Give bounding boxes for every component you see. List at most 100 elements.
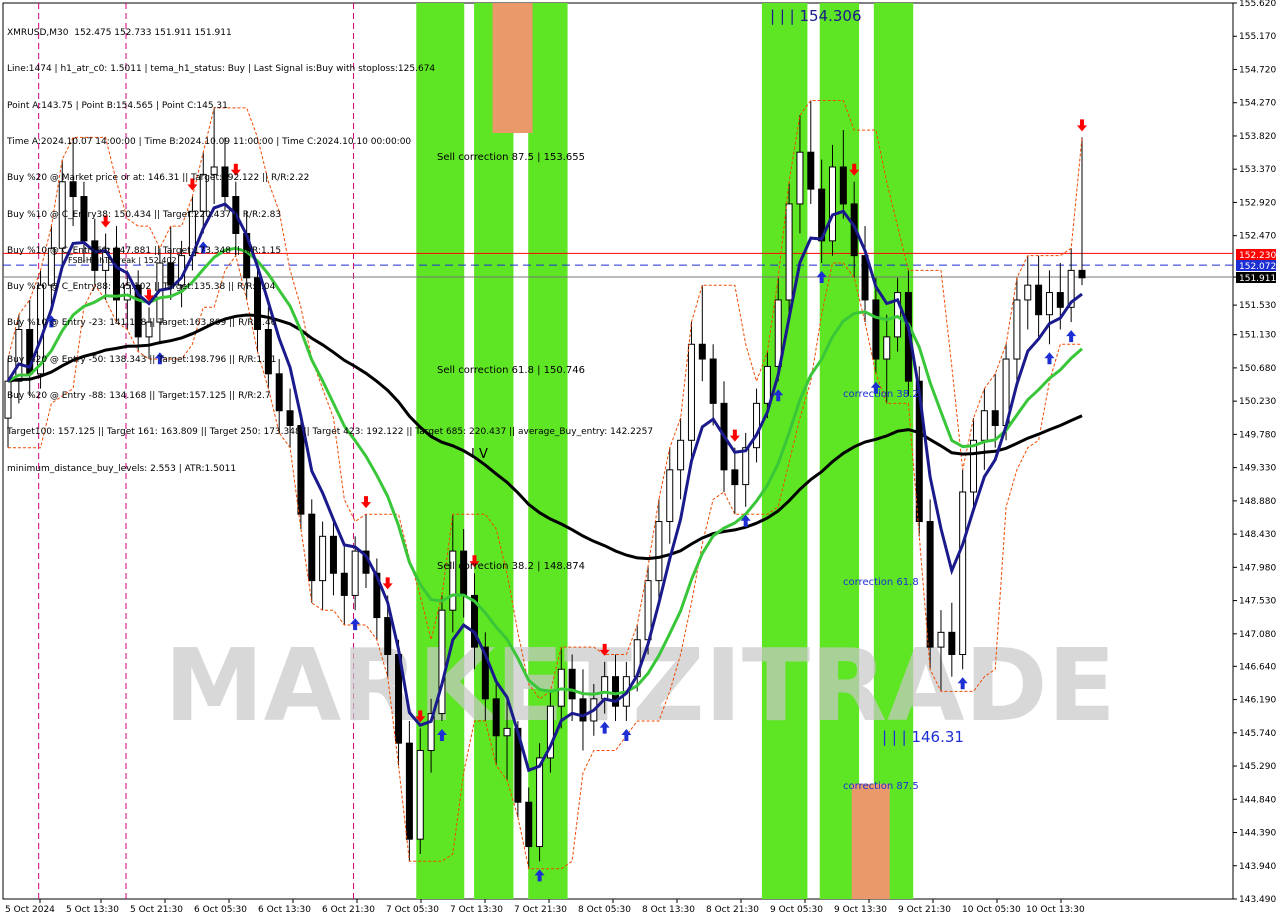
- candle-body: [980, 410, 988, 441]
- candle-body: [731, 469, 739, 486]
- candle-body: [449, 550, 457, 611]
- bull-zone: [761, 3, 808, 899]
- candle-body: [948, 631, 956, 656]
- info-line: Buy %10 @ C_Entry88: 145.102 || Target:1…: [7, 282, 276, 293]
- candle-body: [937, 631, 945, 648]
- info-line: Line:1474 | h1_atr_c0: 1.5011 | tema_h1_…: [7, 64, 436, 75]
- candle-body: [839, 166, 847, 205]
- y-tick-label: 144.390: [1239, 829, 1276, 839]
- y-tick-label: 151.130: [1239, 331, 1276, 341]
- candle-body: [536, 757, 544, 848]
- candle-body: [460, 550, 468, 596]
- y-tick-label: 151.530: [1239, 301, 1276, 311]
- info-line: Target100: 157.125 || Target 161: 163.80…: [7, 427, 654, 438]
- x-tick-label: 6 Oct 05:30: [194, 905, 247, 915]
- candle-body: [351, 550, 359, 596]
- y-tick-label: 146.640: [1239, 662, 1276, 672]
- x-tick-label: 8 Oct 21:30: [706, 905, 759, 915]
- x-tick-label: 7 Oct 13:30: [450, 905, 503, 915]
- candle-body: [1013, 299, 1021, 360]
- y-tick-label: 145.740: [1239, 729, 1276, 739]
- candle-body: [416, 750, 424, 840]
- info-line: minimum_distance_buy_levels: 2.553 | ATR…: [7, 463, 237, 474]
- price-tags: 152.230 152.072 151.911: [1236, 249, 1276, 284]
- current-price-tag: 151.911: [1239, 274, 1276, 284]
- candle-body: [1078, 269, 1086, 279]
- y-tick-label: 155.170: [1239, 32, 1276, 42]
- info-line: Buy %10 @ C_Entry61: 147.881 || Target:1…: [7, 245, 282, 256]
- y-tick-label: 147.080: [1239, 630, 1276, 640]
- candle-body: [763, 365, 771, 404]
- info-line: Point A:143.75 | Point B:154.565 | Point…: [7, 100, 228, 111]
- candle-body: [991, 410, 999, 427]
- candle-body: [970, 439, 978, 493]
- candle-body: [655, 521, 663, 582]
- candle-body: [503, 727, 511, 737]
- candle-body: [1056, 292, 1064, 308]
- high-label: | | | 154.306: [770, 7, 862, 25]
- info-line: Buy %20 @ Entry -88: 134.168 || Target:1…: [7, 391, 271, 401]
- x-tick-label: 9 Oct 13:30: [834, 905, 887, 915]
- bull-zone: [873, 3, 914, 899]
- low-label: | | | 146.31: [882, 728, 964, 746]
- candle-body: [319, 535, 327, 582]
- info-line: Time A:2024.10.07 14:00:00 | Time B:2024…: [7, 137, 412, 148]
- y-tick-label: 153.370: [1239, 165, 1276, 175]
- x-tick-label: 6 Oct 21:30: [322, 905, 375, 915]
- y-tick-label: 143.490: [1239, 895, 1276, 905]
- y-tick-label: 153.820: [1239, 132, 1276, 142]
- y-tick-label: 148.430: [1239, 530, 1276, 540]
- y-tick-label: 147.980: [1239, 563, 1276, 573]
- info-panel: XMRUSD,M30 152.475 152.733 151.911 151.9…: [7, 3, 653, 499]
- correction-382-label: correction 38.2: [843, 389, 919, 400]
- candle-body: [1024, 284, 1032, 301]
- y-tick-label: 146.190: [1239, 696, 1276, 706]
- candle-body: [1045, 292, 1053, 316]
- candle-body: [666, 469, 674, 523]
- candle-body: [709, 358, 717, 404]
- candle-body: [753, 402, 761, 449]
- blue-price-tag: 152.072: [1239, 262, 1276, 272]
- candle-body: [687, 343, 695, 441]
- symbol-header: XMRUSD,M30 152.475 152.733 151.911 151.9…: [7, 28, 232, 39]
- candle-body: [807, 151, 815, 190]
- y-tick-label: 155.620: [1239, 0, 1276, 9]
- info-line: Buy %10 @ Entry -23: 141.198 || Target:1…: [7, 318, 277, 329]
- y-tick-label: 149.780: [1239, 430, 1276, 440]
- y-tick-label: 148.880: [1239, 497, 1276, 507]
- x-tick-label: 10 Oct 05:30: [962, 905, 1021, 915]
- info-line: Buy %20 @ Market price or at: 146.31 || …: [7, 173, 310, 184]
- y-tick-label: 149.330: [1239, 464, 1276, 474]
- candle-body: [492, 698, 500, 737]
- x-tick-label: 9 Oct 05:30: [770, 905, 823, 915]
- info-line: Buy %10 @ C_Entry38: 150.434 || Target:2…: [7, 209, 282, 220]
- candle-body: [568, 668, 576, 700]
- candle-body: [959, 491, 967, 656]
- bear-zone: [851, 783, 890, 899]
- candle-body: [340, 572, 348, 596]
- x-tick-label: 7 Oct 05:30: [386, 905, 439, 915]
- sell-correction-382-label: Sell correction 38.2 | 148.874: [437, 561, 585, 572]
- chart-window: MARKETZITRADE | | | 154.306 | | | 146.31…: [0, 0, 1280, 920]
- x-tick-label: 10 Oct 13:30: [1026, 905, 1085, 915]
- candle-body: [405, 742, 413, 840]
- candle-body: [525, 801, 533, 848]
- y-tick-label: 154.720: [1239, 65, 1276, 75]
- candle-body: [796, 151, 804, 205]
- candle-body: [677, 439, 685, 471]
- bull-zone: [819, 3, 860, 899]
- x-tick-label: 5 Oct 2024: [5, 905, 55, 915]
- candle-body: [329, 535, 337, 574]
- x-tick-label: 5 Oct 21:30: [130, 905, 183, 915]
- y-tick-label: 147.530: [1239, 597, 1276, 607]
- correction-875-label: correction 87.5: [843, 781, 919, 792]
- candle-body: [742, 447, 750, 486]
- candle-body: [785, 203, 793, 301]
- x-tick-label: 9 Oct 21:30: [898, 905, 951, 915]
- y-tick-label: 145.290: [1239, 762, 1276, 772]
- x-tick-label: 8 Oct 13:30: [642, 905, 695, 915]
- candle-body: [872, 299, 880, 360]
- price-axis[interactable]: 155.620 155.170 154.720 154.270 153.820 153.3…: [1233, 0, 1280, 920]
- info-line: Buy %20 @ Entry -50: 138.343 || Target:1…: [7, 354, 277, 365]
- y-tick-label: 152.920: [1239, 198, 1276, 208]
